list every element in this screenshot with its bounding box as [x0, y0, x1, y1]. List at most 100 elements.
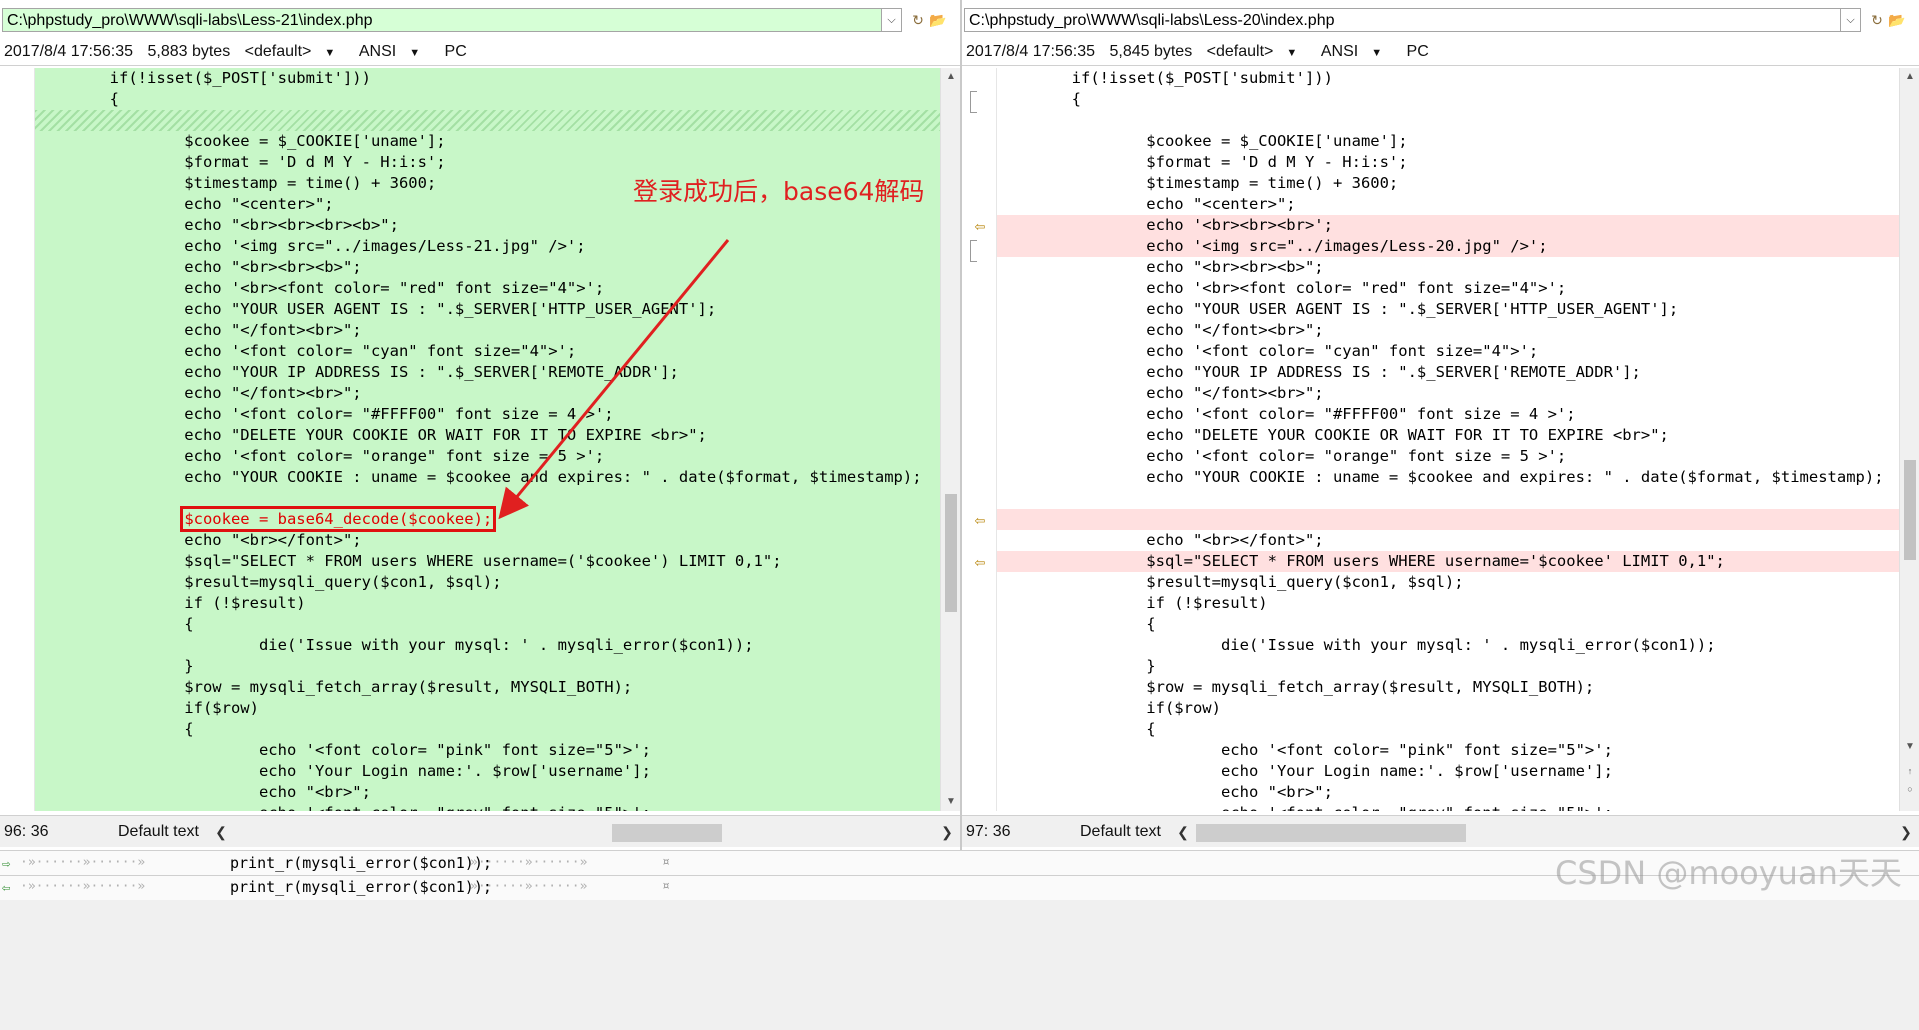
code-line[interactable] — [35, 110, 940, 131]
code-line[interactable]: echo "<br><br><b>"; — [997, 257, 1899, 278]
code-line[interactable]: echo "</font><br>"; — [997, 320, 1899, 341]
code-line[interactable]: echo '<br><br><br>'; — [997, 215, 1899, 236]
code-line[interactable]: echo 'Your Login name:'. $row['username'… — [35, 761, 940, 782]
chevron-down-icon[interactable]: ⌵ — [1841, 8, 1861, 32]
code-line[interactable]: $result=mysqli_query($con1, $sql); — [35, 572, 940, 593]
right-horizontal-scrollbar[interactable]: ❮ ❯ — [1174, 822, 1912, 842]
code-line[interactable] — [997, 110, 1899, 131]
code-line[interactable]: echo '<font color= "grey" font size="5">… — [35, 803, 940, 811]
nav-up-icon[interactable]: ↑ — [1900, 762, 1919, 780]
code-line[interactable]: echo '<font color= "#FFFF00" font size =… — [997, 404, 1899, 425]
code-line[interactable]: $cookee = $_COOKIE['uname']; — [997, 131, 1899, 152]
code-line[interactable]: echo '<font color= "#FFFF00" font size =… — [35, 404, 940, 425]
code-line[interactable]: echo "YOUR COOKIE : uname = $cookee and … — [997, 467, 1899, 488]
chevron-down-icon[interactable]: ⌵ — [882, 8, 902, 32]
code-line[interactable]: { — [35, 89, 940, 110]
code-line[interactable]: echo '<br><font color= "red" font size="… — [997, 278, 1899, 299]
code-line[interactable] — [997, 488, 1899, 509]
code-line[interactable]: $row = mysqli_fetch_array($result, MYSQL… — [997, 677, 1899, 698]
code-line[interactable]: echo "<br></font>"; — [35, 530, 940, 551]
right-encoding-dropdown[interactable]: <default> ▼ — [1207, 43, 1308, 60]
code-line[interactable]: echo 'Your Login name:'. $row['username'… — [997, 761, 1899, 782]
code-line[interactable]: } — [35, 656, 940, 677]
code-line[interactable]: echo "YOUR USER AGENT IS : ".$_SERVER['H… — [997, 299, 1899, 320]
scroll-thumb[interactable] — [1904, 460, 1916, 560]
nav-sync-icon[interactable]: ○ — [1900, 780, 1919, 798]
code-line[interactable]: $result=mysqli_query($con1, $sql); — [997, 572, 1899, 593]
right-path-input[interactable]: C:\phpstudy_pro\WWW\sqli-labs\Less-20\in… — [964, 8, 1841, 32]
left-vertical-scrollbar[interactable]: ▲ ▼ — [940, 68, 960, 811]
code-line[interactable]: echo '<font color= "grey" font size="5">… — [997, 803, 1899, 811]
scroll-down-icon[interactable]: ▼ — [1900, 738, 1919, 756]
scroll-left-icon[interactable]: ❮ — [212, 822, 230, 842]
diff-arrow-icon[interactable]: ⇦ — [972, 556, 988, 570]
code-line[interactable]: die('Issue with your mysql: ' . mysqli_e… — [35, 635, 940, 656]
code-line[interactable]: if (!$result) — [35, 593, 940, 614]
diff-arrow-icon[interactable]: ⇦ — [972, 220, 988, 234]
code-line[interactable]: { — [997, 719, 1899, 740]
code-line[interactable]: echo '<font color= "pink" font size="5">… — [35, 740, 940, 761]
left-encoding-dropdown[interactable]: <default> ▼ — [245, 43, 346, 60]
code-line[interactable]: echo "</font><br>"; — [35, 320, 940, 341]
h-scroll-thumb[interactable] — [1196, 824, 1466, 842]
right-code-area[interactable]: if(!isset($_POST['submit'])) { $cookee =… — [997, 68, 1899, 811]
code-line[interactable]: echo "<br></font>"; — [997, 530, 1899, 551]
code-line[interactable]: { — [997, 614, 1899, 635]
left-horizontal-scrollbar[interactable]: ❮ ❯ — [212, 822, 953, 842]
reload-icon[interactable]: ↻ — [1866, 8, 1888, 32]
h-scroll-thumb[interactable] — [612, 824, 722, 842]
code-line[interactable]: if(!isset($_POST['submit'])) — [997, 68, 1899, 89]
folder-open-icon[interactable]: 📂 — [1886, 8, 1908, 32]
reload-icon[interactable]: ↻ — [907, 8, 929, 32]
code-line[interactable] — [35, 488, 940, 509]
code-line[interactable]: $sql="SELECT * FROM users WHERE username… — [997, 551, 1899, 572]
code-line[interactable]: if (!$result) — [997, 593, 1899, 614]
code-line[interactable]: echo "YOUR IP ADDRESS IS : ".$_SERVER['R… — [35, 362, 940, 383]
code-line[interactable]: echo "YOUR USER AGENT IS : ".$_SERVER['H… — [35, 299, 940, 320]
code-line[interactable]: $format = 'D d M Y - H:i:s'; — [35, 152, 940, 173]
code-line[interactable]: echo '<font color= "cyan" font size="4">… — [35, 341, 940, 362]
code-line[interactable]: echo "DELETE YOUR COOKIE OR WAIT FOR IT … — [997, 425, 1899, 446]
code-line[interactable]: echo "</font><br>"; — [35, 383, 940, 404]
code-line[interactable] — [997, 509, 1899, 530]
code-line[interactable]: echo "<br><br><br><b>"; — [35, 215, 940, 236]
scroll-right-icon[interactable]: ❯ — [1897, 822, 1915, 842]
code-line[interactable]: echo '<font color= "orange" font size = … — [35, 446, 940, 467]
code-line[interactable]: echo "<center>"; — [997, 194, 1899, 215]
code-line[interactable]: { — [35, 719, 940, 740]
code-line[interactable]: { — [35, 614, 940, 635]
right-vertical-scrollbar[interactable]: ▲ ▼ ↑ ○ — [1899, 68, 1919, 811]
code-line[interactable]: echo '<img src="../images/Less-21.jpg" /… — [35, 236, 940, 257]
code-line[interactable]: echo '<font color= "orange" font size = … — [997, 446, 1899, 467]
code-line[interactable]: echo "</font><br>"; — [997, 383, 1899, 404]
left-path-input[interactable]: C:\phpstudy_pro\WWW\sqli-labs\Less-21\in… — [2, 8, 882, 32]
code-line[interactable]: echo '<br><font color= "red" font size="… — [35, 278, 940, 299]
code-line[interactable]: die('Issue with your mysql: ' . mysqli_e… — [997, 635, 1899, 656]
diff-arrow-icon[interactable]: ⇦ — [972, 514, 988, 528]
code-line[interactable]: $sql="SELECT * FROM users WHERE username… — [35, 551, 940, 572]
scroll-up-icon[interactable]: ▲ — [1900, 68, 1919, 86]
scroll-thumb[interactable] — [945, 494, 957, 612]
code-line[interactable]: if(!isset($_POST['submit'])) — [35, 68, 940, 89]
code-line[interactable]: echo "<br>"; — [35, 782, 940, 803]
code-line[interactable]: echo '<img src="../images/Less-20.jpg" /… — [997, 236, 1899, 257]
scroll-up-icon[interactable]: ▲ — [941, 68, 960, 86]
code-line[interactable]: echo "<br>"; — [997, 782, 1899, 803]
code-line[interactable]: if($row) — [997, 698, 1899, 719]
code-line[interactable]: $timestamp = time() + 3600; — [997, 173, 1899, 194]
scroll-down-icon[interactable]: ▼ — [941, 793, 960, 811]
right-charset-dropdown[interactable]: ANSI ▼ — [1321, 43, 1392, 60]
folder-open-icon[interactable]: 📂 — [927, 8, 949, 32]
code-line[interactable]: $cookee = base64_decode($cookee); — [35, 506, 940, 532]
left-charset-dropdown[interactable]: ANSI ▼ — [359, 43, 430, 60]
code-line[interactable]: echo "YOUR COOKIE : uname = $cookee and … — [35, 467, 940, 488]
code-line[interactable]: $cookee = $_COOKIE['uname']; — [35, 131, 940, 152]
code-line[interactable]: echo '<font color= "pink" font size="5">… — [997, 740, 1899, 761]
code-line[interactable]: echo "DELETE YOUR COOKIE OR WAIT FOR IT … — [35, 425, 940, 446]
code-line[interactable]: echo '<font color= "cyan" font size="4">… — [997, 341, 1899, 362]
right-editor[interactable]: ⇦ ⇦ ⇦ if(!isset($_POST['submit'])) { $co… — [962, 68, 1919, 811]
code-line[interactable]: if($row) — [35, 698, 940, 719]
code-line[interactable]: $format = 'D d M Y - H:i:s'; — [997, 152, 1899, 173]
scroll-right-icon[interactable]: ❯ — [938, 822, 956, 842]
code-line[interactable]: { — [997, 89, 1899, 110]
